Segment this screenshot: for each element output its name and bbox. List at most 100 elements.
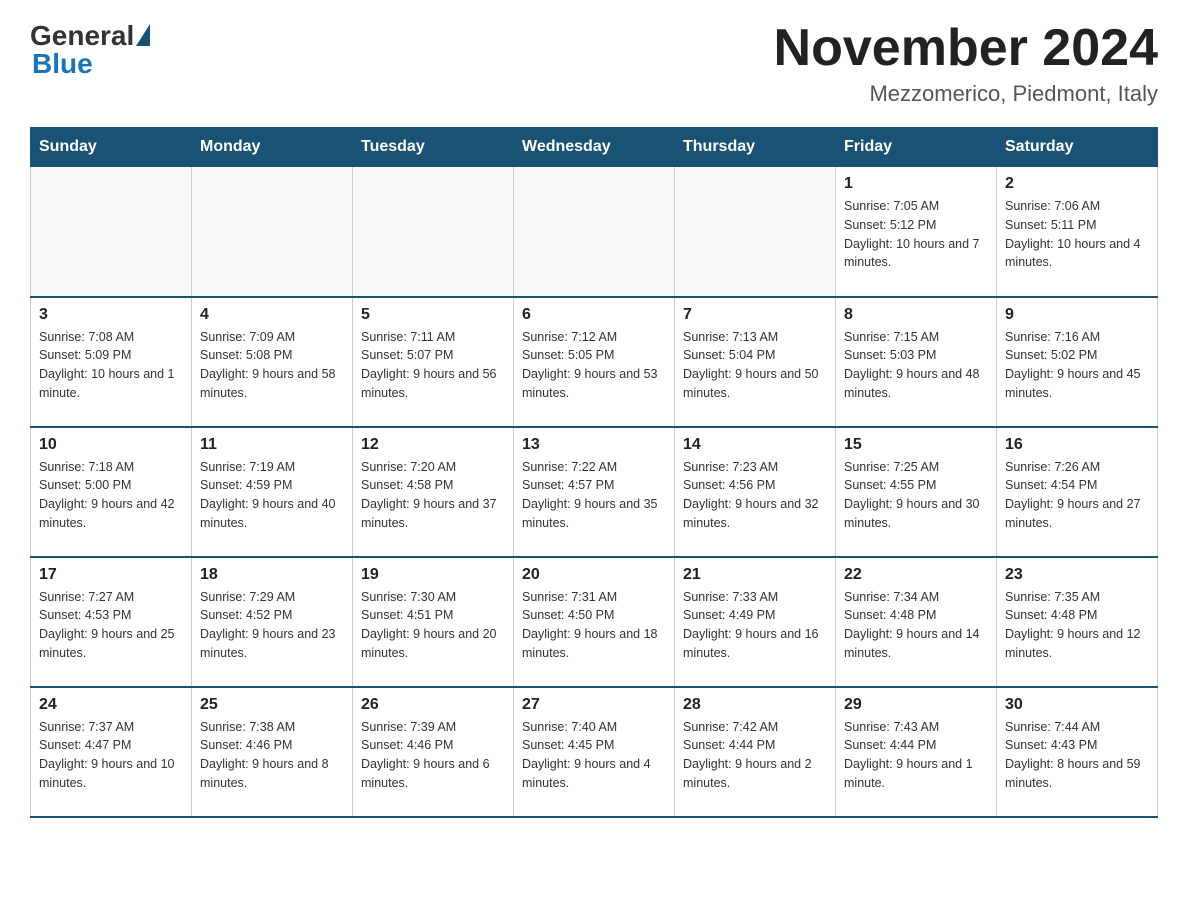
week-row-4: 17 Sunrise: 7:27 AM Sunset: 4:53 PM Dayli… — [31, 557, 1158, 687]
calendar-cell: 21 Sunrise: 7:33 AM Sunset: 4:49 PM Dayli… — [675, 557, 836, 687]
column-header-tuesday: Tuesday — [353, 128, 514, 167]
day-info: Sunrise: 7:29 AM Sunset: 4:52 PM Dayligh… — [200, 588, 344, 663]
day-info: Sunrise: 7:26 AM Sunset: 4:54 PM Dayligh… — [1005, 458, 1149, 533]
day-info: Sunrise: 7:06 AM Sunset: 5:11 PM Dayligh… — [1005, 197, 1149, 272]
calendar-cell: 6 Sunrise: 7:12 AM Sunset: 5:05 PM Daylig… — [514, 297, 675, 427]
calendar-cell: 18 Sunrise: 7:29 AM Sunset: 4:52 PM Dayli… — [192, 557, 353, 687]
logo: General Blue — [30, 20, 150, 80]
day-number: 26 — [361, 696, 505, 714]
calendar-cell: 26Sunrise: 7:39 AM Sunset: 4:46 PM Dayli… — [353, 687, 514, 817]
calendar-cell: 5 Sunrise: 7:11 AM Sunset: 5:07 PM Daylig… — [353, 297, 514, 427]
day-number: 6 — [522, 306, 666, 324]
day-info: Sunrise: 7:30 AM Sunset: 4:51 PM Dayligh… — [361, 588, 505, 663]
day-info: Sunrise: 7:08 AM Sunset: 5:09 PM Dayligh… — [39, 328, 183, 403]
day-info: Sunrise: 7:34 AM Sunset: 4:48 PM Dayligh… — [844, 588, 988, 663]
week-row-2: 3 Sunrise: 7:08 AM Sunset: 5:09 PM Daylig… — [31, 297, 1158, 427]
logo-triangle-icon — [136, 24, 150, 46]
day-info: Sunrise: 7:22 AM Sunset: 4:57 PM Dayligh… — [522, 458, 666, 533]
calendar-body: 1Sunrise: 7:05 AM Sunset: 5:12 PM Daylig… — [31, 167, 1158, 817]
calendar-cell: 20 Sunrise: 7:31 AM Sunset: 4:50 PM Dayli… — [514, 557, 675, 687]
location-subtitle: Mezzomerico, Piedmont, Italy — [774, 81, 1158, 107]
logo-blue-text: Blue — [32, 48, 93, 80]
column-header-thursday: Thursday — [675, 128, 836, 167]
day-number: 27 — [522, 696, 666, 714]
day-info: Sunrise: 7:25 AM Sunset: 4:55 PM Dayligh… — [844, 458, 988, 533]
day-number: 17 — [39, 566, 183, 584]
calendar-cell: 9 Sunrise: 7:16 AM Sunset: 5:02 PM Daylig… — [997, 297, 1158, 427]
day-info: Sunrise: 7:13 AM Sunset: 5:04 PM Dayligh… — [683, 328, 827, 403]
day-number: 30 — [1005, 696, 1149, 714]
day-info: Sunrise: 7:27 AM Sunset: 4:53 PM Dayligh… — [39, 588, 183, 663]
day-number: 4 — [200, 306, 344, 324]
day-number: 19 — [361, 566, 505, 584]
day-number: 20 — [522, 566, 666, 584]
day-number: 2 — [1005, 175, 1149, 193]
day-info: Sunrise: 7:42 AM Sunset: 4:44 PM Dayligh… — [683, 718, 827, 793]
day-number: 25 — [200, 696, 344, 714]
day-number: 15 — [844, 436, 988, 454]
calendar-cell: 14 Sunrise: 7:23 AM Sunset: 4:56 PM Dayli… — [675, 427, 836, 557]
day-number: 3 — [39, 306, 183, 324]
calendar-cell — [514, 167, 675, 297]
day-info: Sunrise: 7:09 AM Sunset: 5:08 PM Dayligh… — [200, 328, 344, 403]
calendar-cell: 19 Sunrise: 7:30 AM Sunset: 4:51 PM Dayli… — [353, 557, 514, 687]
calendar-cell: 7Sunrise: 7:13 AM Sunset: 5:04 PM Daylig… — [675, 297, 836, 427]
day-info: Sunrise: 7:05 AM Sunset: 5:12 PM Dayligh… — [844, 197, 988, 272]
day-number: 9 — [1005, 306, 1149, 324]
day-info: Sunrise: 7:11 AM Sunset: 5:07 PM Dayligh… — [361, 328, 505, 403]
week-row-5: 24 Sunrise: 7:37 AM Sunset: 4:47 PM Dayli… — [31, 687, 1158, 817]
calendar-cell: 27 Sunrise: 7:40 AM Sunset: 4:45 PM Dayli… — [514, 687, 675, 817]
day-info: Sunrise: 7:37 AM Sunset: 4:47 PM Dayligh… — [39, 718, 183, 793]
day-number: 14 — [683, 436, 827, 454]
calendar-cell — [353, 167, 514, 297]
calendar-header: SundayMondayTuesdayWednesdayThursdayFrid… — [31, 128, 1158, 167]
calendar-cell: 8 Sunrise: 7:15 AM Sunset: 5:03 PM Daylig… — [836, 297, 997, 427]
calendar-cell: 24 Sunrise: 7:37 AM Sunset: 4:47 PM Dayli… — [31, 687, 192, 817]
calendar-cell: 17 Sunrise: 7:27 AM Sunset: 4:53 PM Dayli… — [31, 557, 192, 687]
week-row-1: 1Sunrise: 7:05 AM Sunset: 5:12 PM Daylig… — [31, 167, 1158, 297]
day-number: 29 — [844, 696, 988, 714]
calendar-cell: 1Sunrise: 7:05 AM Sunset: 5:12 PM Daylig… — [836, 167, 997, 297]
day-info: Sunrise: 7:33 AM Sunset: 4:49 PM Dayligh… — [683, 588, 827, 663]
day-info: Sunrise: 7:19 AM Sunset: 4:59 PM Dayligh… — [200, 458, 344, 533]
calendar-cell: 23 Sunrise: 7:35 AM Sunset: 4:48 PM Dayli… — [997, 557, 1158, 687]
day-info: Sunrise: 7:40 AM Sunset: 4:45 PM Dayligh… — [522, 718, 666, 793]
day-number: 10 — [39, 436, 183, 454]
calendar-cell — [675, 167, 836, 297]
day-info: Sunrise: 7:16 AM Sunset: 5:02 PM Dayligh… — [1005, 328, 1149, 403]
day-info: Sunrise: 7:31 AM Sunset: 4:50 PM Dayligh… — [522, 588, 666, 663]
calendar-cell: 22 Sunrise: 7:34 AM Sunset: 4:48 PM Dayli… — [836, 557, 997, 687]
week-row-3: 10 Sunrise: 7:18 AM Sunset: 5:00 PM Dayli… — [31, 427, 1158, 557]
calendar-cell: 16Sunrise: 7:26 AM Sunset: 4:54 PM Dayli… — [997, 427, 1158, 557]
day-number: 5 — [361, 306, 505, 324]
calendar-cell: 13 Sunrise: 7:22 AM Sunset: 4:57 PM Dayli… — [514, 427, 675, 557]
calendar-cell: 15 Sunrise: 7:25 AM Sunset: 4:55 PM Dayli… — [836, 427, 997, 557]
title-block: November 2024 Mezzomerico, Piedmont, Ita… — [774, 20, 1158, 107]
day-number: 21 — [683, 566, 827, 584]
day-info: Sunrise: 7:44 AM Sunset: 4:43 PM Dayligh… — [1005, 718, 1149, 793]
day-info: Sunrise: 7:12 AM Sunset: 5:05 PM Dayligh… — [522, 328, 666, 403]
calendar-cell — [192, 167, 353, 297]
day-info: Sunrise: 7:23 AM Sunset: 4:56 PM Dayligh… — [683, 458, 827, 533]
column-header-wednesday: Wednesday — [514, 128, 675, 167]
calendar-cell — [31, 167, 192, 297]
calendar-cell: 30 Sunrise: 7:44 AM Sunset: 4:43 PM Dayli… — [997, 687, 1158, 817]
day-info: Sunrise: 7:35 AM Sunset: 4:48 PM Dayligh… — [1005, 588, 1149, 663]
day-info: Sunrise: 7:20 AM Sunset: 4:58 PM Dayligh… — [361, 458, 505, 533]
month-year-title: November 2024 — [774, 20, 1158, 77]
day-info: Sunrise: 7:18 AM Sunset: 5:00 PM Dayligh… — [39, 458, 183, 533]
day-number: 18 — [200, 566, 344, 584]
day-number: 23 — [1005, 566, 1149, 584]
page-header: General Blue November 2024 Mezzomerico, … — [30, 20, 1158, 107]
day-number: 8 — [844, 306, 988, 324]
calendar-table: SundayMondayTuesdayWednesdayThursdayFrid… — [30, 127, 1158, 818]
day-number: 22 — [844, 566, 988, 584]
day-number: 24 — [39, 696, 183, 714]
calendar-cell: 11Sunrise: 7:19 AM Sunset: 4:59 PM Dayli… — [192, 427, 353, 557]
calendar-cell: 12Sunrise: 7:20 AM Sunset: 4:58 PM Dayli… — [353, 427, 514, 557]
column-header-saturday: Saturday — [997, 128, 1158, 167]
calendar-cell: 29Sunrise: 7:43 AM Sunset: 4:44 PM Dayli… — [836, 687, 997, 817]
day-number: 13 — [522, 436, 666, 454]
calendar-cell: 25Sunrise: 7:38 AM Sunset: 4:46 PM Dayli… — [192, 687, 353, 817]
day-info: Sunrise: 7:15 AM Sunset: 5:03 PM Dayligh… — [844, 328, 988, 403]
